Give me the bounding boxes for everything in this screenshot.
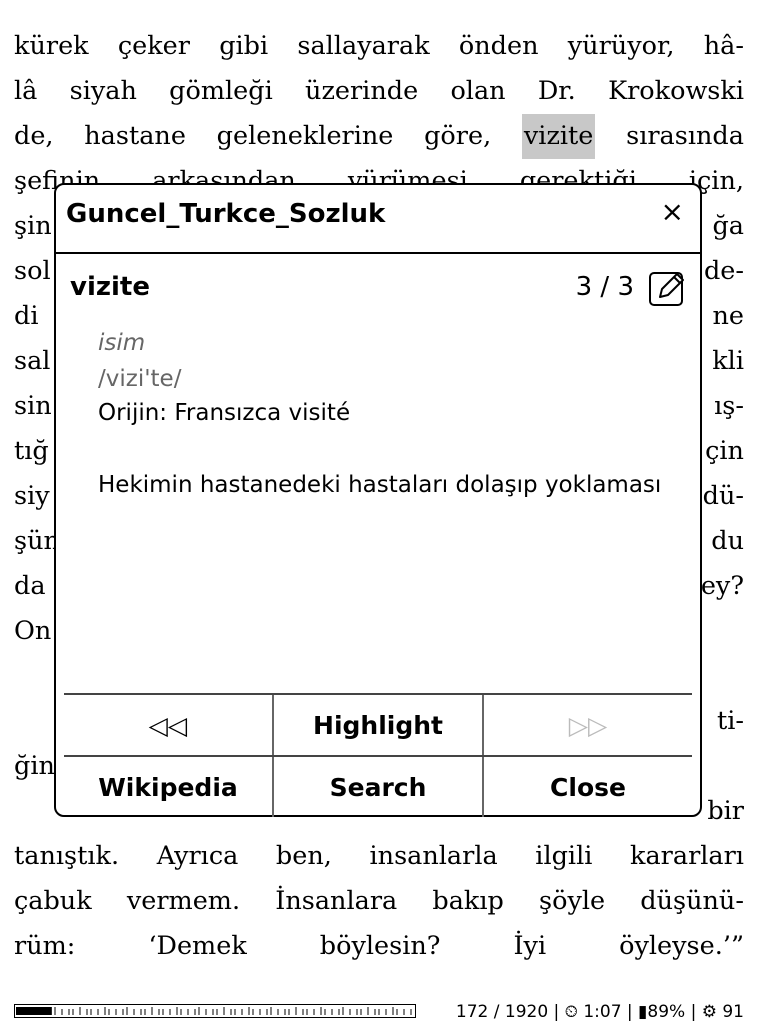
word[interactable]: olan xyxy=(450,69,505,114)
word[interactable]: Ayrıca xyxy=(157,834,239,879)
part-of-speech: isim xyxy=(98,330,146,356)
word[interactable]: dü- xyxy=(703,474,744,519)
word[interactable]: ğa xyxy=(712,204,744,249)
text-line: lâ siyah gömleği üzerinde olan Dr. Krokowski xyxy=(14,69,744,114)
next-result-button[interactable]: ▷▷ xyxy=(482,695,692,755)
word[interactable]: geleneklerine xyxy=(217,114,394,159)
status-bar: 172 / 1920 | ⏲ 1:07 | ▮89% | ⚙ 91 xyxy=(14,1002,744,1022)
word[interactable]: yürüyor, xyxy=(568,24,675,69)
word[interactable]: lâ xyxy=(14,69,37,114)
word[interactable]: ğin xyxy=(14,744,55,789)
word[interactable]: düşünü- xyxy=(640,879,744,924)
word[interactable]: çabuk xyxy=(14,879,92,924)
status-text: 172 / 1920 | ⏲ 1:07 | ▮89% | ⚙ 91 xyxy=(455,1002,744,1022)
word[interactable]: vermem. xyxy=(127,879,240,924)
word[interactable]: böylesin? xyxy=(320,924,441,969)
reading-progress-bar[interactable] xyxy=(14,1004,416,1018)
button-row-actions: Wikipedia Search Close xyxy=(64,755,692,817)
word[interactable]: öyleyse.’” xyxy=(619,924,744,969)
previous-result-button[interactable]: ◁◁ xyxy=(64,695,272,755)
headword: vizite xyxy=(70,272,150,302)
text-line: rüm: ‘Demek böylesin? İyi öyleyse.’” xyxy=(14,924,744,969)
title-divider xyxy=(56,252,700,254)
word[interactable]: gömleği xyxy=(169,69,273,114)
word[interactable]: ilgili xyxy=(535,834,592,879)
word[interactable]: sal xyxy=(14,339,50,384)
word[interactable]: üzerinde xyxy=(305,69,418,114)
close-icon[interactable]: × xyxy=(661,195,684,228)
word[interactable]: de, xyxy=(14,114,54,159)
word[interactable]: sol xyxy=(14,249,51,294)
progress-fill xyxy=(16,1007,52,1015)
text-line: de, hastane geleneklerine göre, vizite sırası… xyxy=(14,114,744,159)
word[interactable]: çin xyxy=(705,429,744,474)
word[interactable]: siy xyxy=(14,474,50,519)
word[interactable]: ış- xyxy=(714,384,744,429)
word[interactable]: siyah xyxy=(70,69,137,114)
word[interactable]: tanıştık. xyxy=(14,834,119,879)
word[interactable]: rüm: xyxy=(14,924,75,969)
word[interactable]: şöyle xyxy=(539,879,605,924)
word[interactable]: Dr. xyxy=(538,69,576,114)
search-button[interactable]: Search xyxy=(272,757,482,817)
word[interactable]: İyi xyxy=(513,924,546,969)
word[interactable]: sin xyxy=(14,384,52,429)
word[interactable]: ‘Demek xyxy=(148,924,246,969)
text-line: tanıştık. Ayrıca ben, insanlarla ilgili karar… xyxy=(14,834,744,879)
word[interactable]: On xyxy=(14,609,51,654)
word[interactable]: kararları xyxy=(630,834,744,879)
word[interactable]: gibi xyxy=(219,24,268,69)
word-origin: Orijin: Fransızca visité xyxy=(98,400,351,426)
word[interactable]: de- xyxy=(704,249,744,294)
word[interactable]: önden xyxy=(459,24,539,69)
text-line: çabuk vermem. İnsanlara bakıp şöyle düşünü- xyxy=(14,879,744,924)
word[interactable]: sırasında xyxy=(626,114,744,159)
dictionary-popup: Guncel_Turkce_Sozluk × vizite 3 / 3 isim… xyxy=(54,183,702,817)
word[interactable]: çeker xyxy=(118,24,190,69)
word[interactable]: göre, xyxy=(424,114,491,159)
definition: Hekimin hastanedeki hastaları dolaşıp yo… xyxy=(98,472,662,498)
word[interactable]: insanlarla xyxy=(369,834,497,879)
wikipedia-button[interactable]: Wikipedia xyxy=(64,757,272,817)
word[interactable]: ne xyxy=(712,294,744,339)
word[interactable]: kürek xyxy=(14,24,89,69)
word[interactable]: du xyxy=(711,519,744,564)
pronunciation: /vizi'te/ xyxy=(98,366,182,392)
word[interactable]: ti- xyxy=(717,699,744,744)
edit-icon[interactable] xyxy=(648,269,686,307)
word[interactable]: hastane xyxy=(84,114,186,159)
word[interactable]: ben, xyxy=(276,834,332,879)
result-counter: 3 / 3 xyxy=(575,272,634,302)
word[interactable]: şin xyxy=(14,204,52,249)
button-row-navigation: ◁◁ Highlight ▷▷ xyxy=(64,693,692,755)
word[interactable]: bakıp xyxy=(432,879,503,924)
word[interactable]: ey? xyxy=(701,564,744,609)
highlighted-word[interactable]: vizite xyxy=(521,114,596,159)
highlight-button[interactable]: Highlight xyxy=(272,695,482,755)
word[interactable]: kli xyxy=(712,339,744,384)
word[interactable]: di xyxy=(14,294,38,339)
word[interactable]: da xyxy=(14,564,46,609)
text-line: kürek çeker gibi sallayarak önden yürüyor, hâ- xyxy=(14,24,744,69)
word[interactable]: İnsanlara xyxy=(275,879,397,924)
dictionary-title: Guncel_Turkce_Sozluk xyxy=(66,199,386,229)
word[interactable]: tığ xyxy=(14,429,49,474)
word[interactable]: Krokowski xyxy=(608,69,744,114)
word[interactable]: sallayarak xyxy=(297,24,429,69)
close-button[interactable]: Close xyxy=(482,757,692,817)
word[interactable]: hâ- xyxy=(704,24,744,69)
word[interactable]: bir xyxy=(707,789,744,834)
